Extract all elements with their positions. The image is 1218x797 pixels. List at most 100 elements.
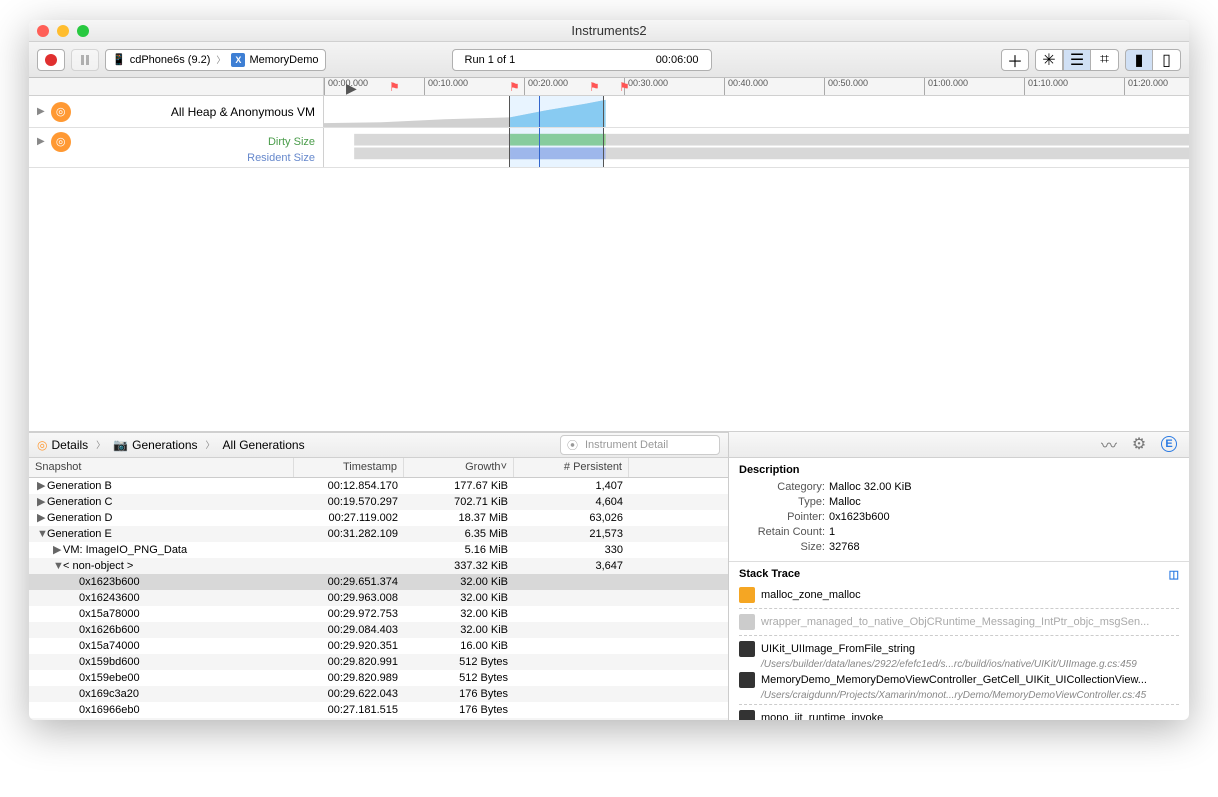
stack-frame[interactable]: malloc_zone_malloc [729,585,1189,605]
col-snapshot[interactable]: Snapshot [29,458,294,477]
device-name: cdPhone6s (9.2) [130,54,211,66]
track2-disclosure[interactable]: ▶ [37,136,45,147]
ruler-tick: 00:50.000 [824,78,868,95]
chevron-icon: 〉 [204,438,217,451]
col-growth[interactable]: Growth˅ [404,458,514,477]
size-value: 32768 [829,540,860,555]
stack-frame[interactable]: UIKit_UIImage_FromFile_string [729,639,1189,659]
table-row[interactable]: 0x159bd60000:29.820.991512 Bytes [29,654,728,670]
add-button[interactable]: ＋ [1001,49,1029,71]
table-row[interactable]: 0x1626b60000:29.084.40332.00 KiB [29,622,728,638]
table-row[interactable]: 0x1623b60000:29.651.37432.00 KiB [29,574,728,590]
table-row[interactable]: 0x1624360000:29.963.00832.00 KiB [29,590,728,606]
flag-icon[interactable]: ⚑ [619,80,630,94]
table-row[interactable]: 0x16966eb000:27.181.515176 Bytes [29,702,728,718]
chevron-icon: 〉 [94,438,107,451]
stack-frame-icon [739,672,755,688]
size-label: Size: [739,540,829,555]
table-row[interactable]: ▶Generation B00:12.854.170177.67 KiB1,40… [29,478,728,494]
vm-graph[interactable] [324,128,1189,167]
timeline-ruler[interactable]: ▶ 00:00.00000:10.00000:20.00000:30.00000… [324,78,1189,95]
panel-left-button[interactable]: ▮ [1125,49,1153,71]
description-title: Description [739,464,1179,476]
xamarin-icon: X [231,53,245,67]
flag-icon[interactable]: ⚑ [509,80,520,94]
category-label: Category: [739,480,829,495]
stack-trace-title: Stack Trace [739,568,800,580]
retain-label: Retain Count: [739,525,829,540]
ruler-tick: 00:30.000 [624,78,668,95]
track1-label: All Heap & Anonymous VM [171,105,315,119]
stack-frame-icon [739,641,755,657]
window-title: Instruments2 [571,23,646,38]
table-row[interactable]: ▶Generation C00:19.570.297702.71 KiB4,60… [29,494,728,510]
col-persistent[interactable]: # Persistent [514,458,629,477]
stack-frame-icon [739,614,755,630]
ruler-tick: 00:00.000 [324,78,368,95]
list-view-button[interactable]: ☰ [1063,49,1091,71]
breadcrumb-all[interactable]: All Generations [223,438,305,452]
ruler-tick: 00:40.000 [724,78,768,95]
run-label: Run 1 of 1 [465,54,516,66]
flag-icon[interactable]: ⚑ [389,80,400,94]
type-value: Malloc [829,495,861,510]
panel-right-button[interactable]: ▯ [1153,49,1181,71]
ruler-tick: 00:20.000 [524,78,568,95]
ruler-tick: 01:20.000 [1124,78,1168,95]
breadcrumb-generations[interactable]: 📷Generations [113,438,197,452]
breadcrumb-details[interactable]: ◎Details [37,438,88,452]
stack-frame-icon [739,710,755,721]
search-icon: ⦿ [567,437,578,453]
track-disclosure[interactable]: ▶ [37,106,45,117]
run-time: 00:06:00 [656,54,699,66]
window-zoom-button[interactable] [77,25,89,37]
dirty-size-label: Dirty Size [268,136,315,148]
ruler-tick: 00:10.000 [424,78,468,95]
pointer-value: 0x1623b600 [829,510,890,525]
window-minimize-button[interactable] [57,25,69,37]
strategy-button[interactable]: ✳ [1035,49,1063,71]
pointer-label: Pointer: [739,510,829,525]
ruler-tick: 01:00.000 [924,78,968,95]
window-close-button[interactable] [37,25,49,37]
search-input[interactable]: ⦿ Instrument Detail [560,435,720,455]
table-row[interactable]: 0x169cff5000:29.921.764176 Bytes [29,718,728,721]
table-row[interactable]: 0x15a7400000:29.920.35116.00 KiB [29,638,728,654]
allocations-graph[interactable] [324,96,1189,127]
run-info[interactable]: Run 1 of 1 00:06:00 [452,49,712,71]
table-row[interactable]: 0x15a7800000:29.972.75332.00 KiB [29,606,728,622]
pause-button[interactable] [71,49,99,71]
details-icon: ◎ [37,438,47,452]
stack-path: /Users/builder/data/lanes/2922/efefc1ed/… [729,659,1189,670]
category-value: Malloc 32.00 KiB [829,480,912,495]
col-timestamp[interactable]: Timestamp [294,458,404,477]
record-button[interactable] [37,49,65,71]
stack-config-icon[interactable]: ◫ [1169,568,1179,581]
ruler-tick: 01:10.000 [1024,78,1068,95]
retain-value: 1 [829,525,835,540]
stack-frame[interactable]: wrapper_managed_to_native_ObjCRuntime_Me… [729,612,1189,632]
table-row[interactable]: ▶Generation D00:27.119.00218.37 MiB63,02… [29,510,728,526]
stack-frame[interactable]: mono_jit_runtime_invoke [729,708,1189,721]
flag-icon[interactable]: ⚑ [589,80,600,94]
stack-frame-icon [739,587,755,603]
allocations-track-icon: ◎ [51,102,71,122]
grid-view-button[interactable]: ⌗ [1091,49,1119,71]
table-row[interactable]: ▼Generation E00:31.282.1096.35 MiB21,573 [29,526,728,542]
camera-icon: 📷 [113,438,128,452]
target-chain[interactable]: 📱 cdPhone6s (9.2) 〉 X MemoryDemo [105,49,326,71]
stack-path: /Users/craigdunn/Projects/Xamarin/monot.… [729,690,1189,701]
table-row[interactable]: ▶VM: ImageIO_PNG_Data5.16 MiB330 [29,542,728,558]
table-row[interactable]: 0x169c3a2000:29.622.043176 Bytes [29,686,728,702]
type-label: Type: [739,495,829,510]
vm-track-icon: ◎ [51,132,71,152]
resident-size-label: Resident Size [247,152,315,164]
device-icon: 📱 [112,53,126,66]
stack-frame[interactable]: MemoryDemo_MemoryDemoViewController_GetC… [729,670,1189,690]
gear-icon[interactable]: ⚙ [1131,436,1147,452]
extended-detail-icon[interactable]: E [1161,436,1177,452]
table-row[interactable]: ▼< non-object >337.32 KiB3,647 [29,558,728,574]
table-row[interactable]: 0x159ebe0000:29.820.989512 Bytes [29,670,728,686]
app-name: MemoryDemo [249,54,318,66]
waveform-icon[interactable]: 〰 [1101,436,1117,452]
